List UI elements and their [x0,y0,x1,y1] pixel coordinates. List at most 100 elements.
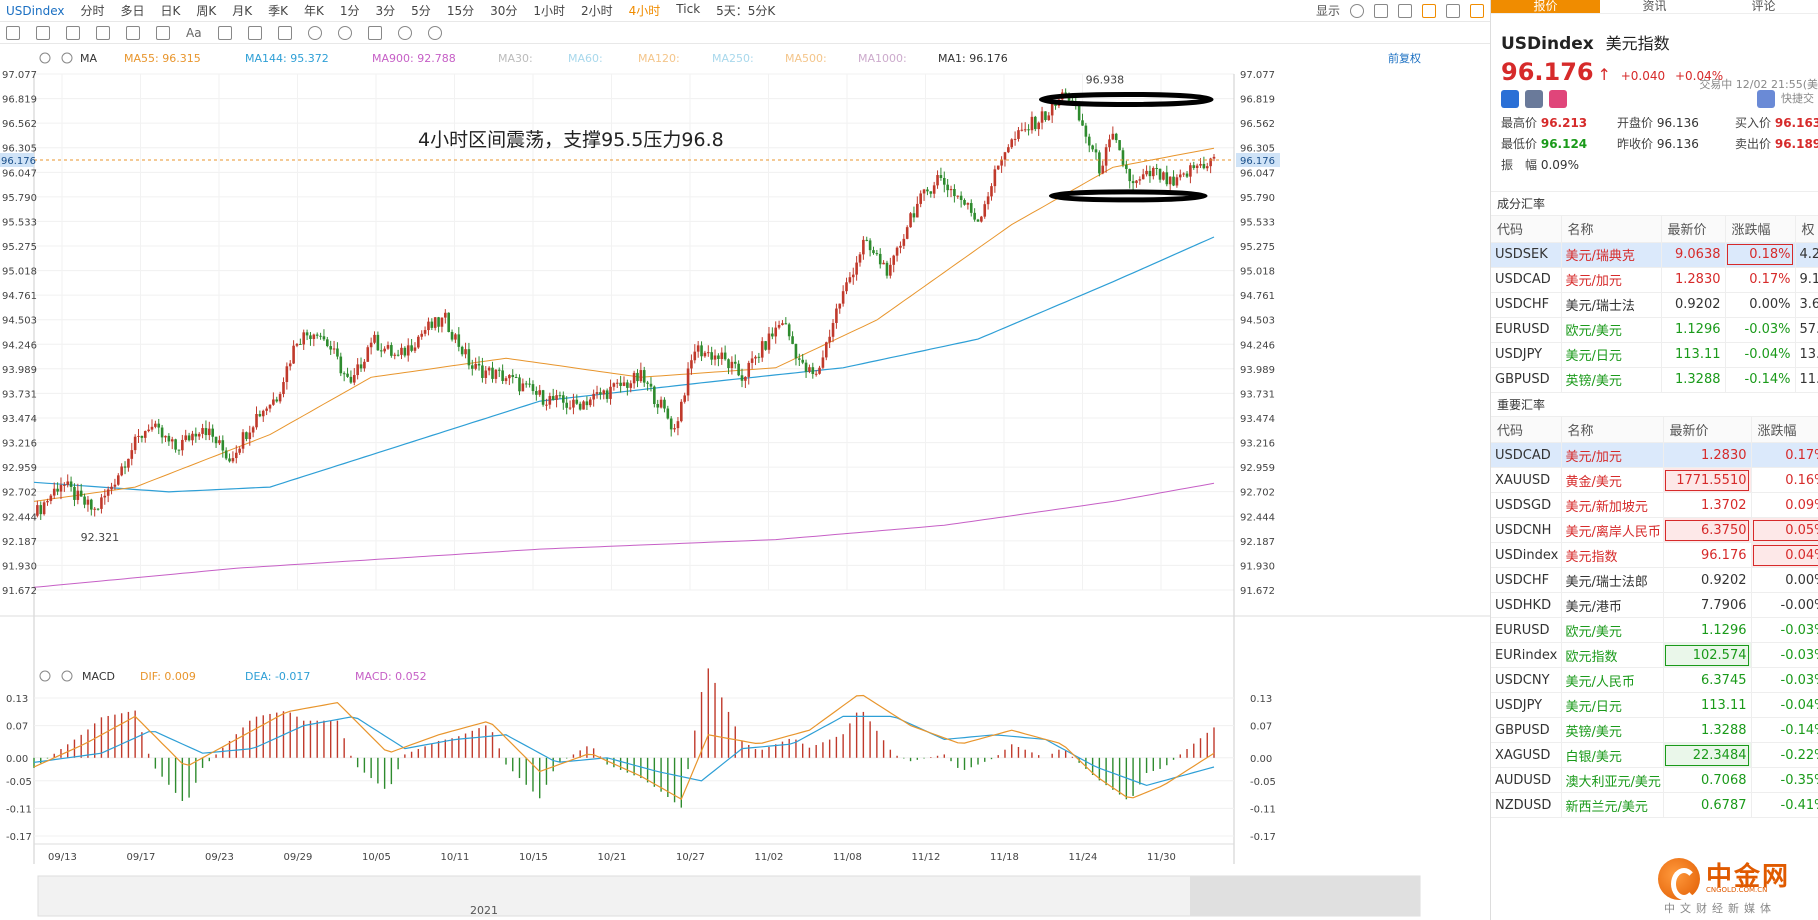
settings-tool-icon[interactable] [427,25,442,40]
shape-tool-icon[interactable] [36,25,50,40]
table-row[interactable]: USDCAD美元/加元1.28300.17% [1491,442,1818,468]
col-header[interactable]: 最新价 [1663,416,1752,443]
candle-body [268,404,272,409]
magnet-tool-icon[interactable] [277,25,292,40]
table-row[interactable]: NZDUSD新西兰元/美元0.6787-0.41% [1491,792,1818,818]
table-row[interactable]: USDCNY美元/人民币6.3745-0.03% [1491,667,1818,693]
col-header[interactable]: 代码 [1491,216,1562,243]
navigator-window[interactable] [1190,876,1420,916]
pencil-icon[interactable] [1422,3,1436,18]
lock-tool-icon[interactable] [307,25,322,40]
quote-change: +0.040 [1620,69,1666,83]
table-row[interactable]: GBPUSD英镑/美元1.3288-0.14% [1491,717,1818,743]
timeframe-13[interactable]: 2小时 [573,2,621,19]
col-header[interactable]: 涨跌幅 [1751,416,1818,443]
candle-body [619,382,622,386]
candle-body [949,189,953,191]
timeframe-0[interactable]: 分时 [72,2,112,19]
table-row[interactable]: USDCNH美元/离岸人民币6.37500.05% [1491,517,1818,543]
timeframe-1[interactable]: 多日 [113,2,153,19]
timeframe-6[interactable]: 年K [296,2,332,19]
candle-body [1121,150,1125,165]
timeframe-9[interactable]: 5分 [403,2,439,19]
table-row[interactable]: USDindex美元指数96.1760.04% [1491,542,1818,568]
candle-body [980,216,983,222]
gear-icon[interactable] [1350,3,1364,18]
fullscreen-icon[interactable] [1446,3,1460,18]
timeframe-16[interactable]: 5天：5分K [708,2,783,19]
col-header[interactable]: 最新价 [1661,216,1726,243]
text-tool[interactable]: Aa [186,26,202,40]
col-header[interactable]: 权 [1795,216,1818,243]
panel-tab-2[interactable]: 评论 [1709,0,1818,13]
table-row[interactable]: USDSEK美元/瑞典克9.06380.18%4.20 [1491,242,1818,268]
fibonacci-tool-icon[interactable] [66,25,80,40]
timeframe-5[interactable]: 季K [260,2,296,19]
timeframe-11[interactable]: 30分 [482,2,525,19]
candle-body [1185,173,1189,177]
col-header[interactable]: 名称 [1561,216,1662,243]
timeframe-7[interactable]: 1分 [332,2,368,19]
table-row[interactable]: AUDUSD澳大利亚元/美元0.7068-0.35% [1491,767,1818,793]
table-row[interactable]: USDJPY美元/日元113.11-0.04%13.60 [1491,342,1818,368]
heart-icon[interactable] [1549,90,1567,108]
table-row[interactable]: USDJPY美元/日元113.11-0.04% [1491,692,1818,718]
ruler-tool-icon[interactable] [247,25,262,40]
table-row[interactable]: USDCAD美元/加元1.28300.17%9.10 [1491,267,1818,293]
hide-tool-icon[interactable] [337,25,352,40]
comment-tool-icon[interactable] [217,25,232,40]
price-tick-right: 94.761 [1240,291,1275,302]
table-row[interactable]: USDHKD美元/港币7.7906-0.00% [1491,592,1818,618]
trendline-tool-icon[interactable] [6,25,20,40]
trash-icon[interactable] [367,25,382,40]
price-tick-right: 92.444 [1240,512,1275,523]
measure-tool-icon[interactable] [126,25,140,40]
bell-icon[interactable] [1757,90,1775,108]
display-menu[interactable]: 显示 [1316,2,1340,19]
link-icon[interactable] [397,25,412,40]
timeframe-15[interactable]: Tick [668,2,708,19]
channel-tool-icon[interactable] [96,25,110,40]
quick-trade-button[interactable]: 快捷交 [1781,90,1818,108]
table-row[interactable]: USDCHF美元/瑞士法0.92020.00%3.60 [1491,292,1818,318]
timeframe-2[interactable]: 日K [153,2,189,19]
table-row[interactable]: EURUSD欧元/美元1.1296-0.03% [1491,617,1818,643]
table-row[interactable]: EURUSD欧元/美元1.1296-0.03%57.60 [1491,317,1818,343]
candle-body [639,370,643,382]
candle-body [66,481,70,485]
table-row[interactable]: GBPUSD英镑/美元1.3288-0.14%11.90 [1491,367,1818,393]
candle-body [69,481,73,487]
panel-tab-1[interactable]: 资讯 [1600,0,1709,13]
timeframe-14[interactable]: 4小时 [621,2,669,19]
candle-body [154,423,157,427]
table-row[interactable]: XAGUSD白银/美元22.3484-0.22% [1491,742,1818,768]
table-row[interactable]: XAUUSD黄金/美元1771.55100.16% [1491,467,1818,493]
globe-icon[interactable] [1501,90,1519,108]
arrow-tool-icon[interactable] [156,25,170,40]
chart-area[interactable]: MA MA55: 96.315 MA144: 95.372 MA900: 92.… [0,44,1490,920]
ma-label[interactable]: MA [80,52,97,65]
timeframe-3[interactable]: 周K [188,2,224,19]
doc-icon[interactable] [1525,90,1543,108]
file-icon[interactable] [1470,3,1484,18]
fuquan-toggle[interactable]: 前复权 [1388,51,1421,65]
timeframe-4[interactable]: 月K [224,2,260,19]
symbol-label[interactable]: USDindex [0,4,72,18]
col-header[interactable]: 涨跌幅 [1725,216,1796,243]
layout-icon[interactable] [1374,3,1388,18]
table-row[interactable]: USDCHF美元/瑞士法郎0.92020.00% [1491,567,1818,593]
panel-tab-0[interactable]: 报价 [1491,0,1600,13]
timeframe-10[interactable]: 15分 [439,2,482,19]
navigator[interactable]: 2021 [37,875,1421,917]
timeframe-8[interactable]: 3分 [368,2,404,19]
price-chart-svg[interactable]: MA MA55: 96.315 MA144: 95.372 MA900: 92.… [0,44,1490,920]
table-cell: 0.04% [1751,542,1818,568]
table-row[interactable]: EURindex欧元指数102.574-0.03% [1491,642,1818,668]
table-row[interactable]: USDSGD美元/新加坡元1.37020.09% [1491,492,1818,518]
macd-label[interactable]: MACD [82,670,115,683]
timeframe-12[interactable]: 1小时 [525,2,573,19]
col-header[interactable]: 名称 [1561,416,1664,443]
col-header[interactable]: 代码 [1491,416,1562,443]
camera-icon[interactable] [1398,3,1412,18]
candle-body [673,428,676,430]
